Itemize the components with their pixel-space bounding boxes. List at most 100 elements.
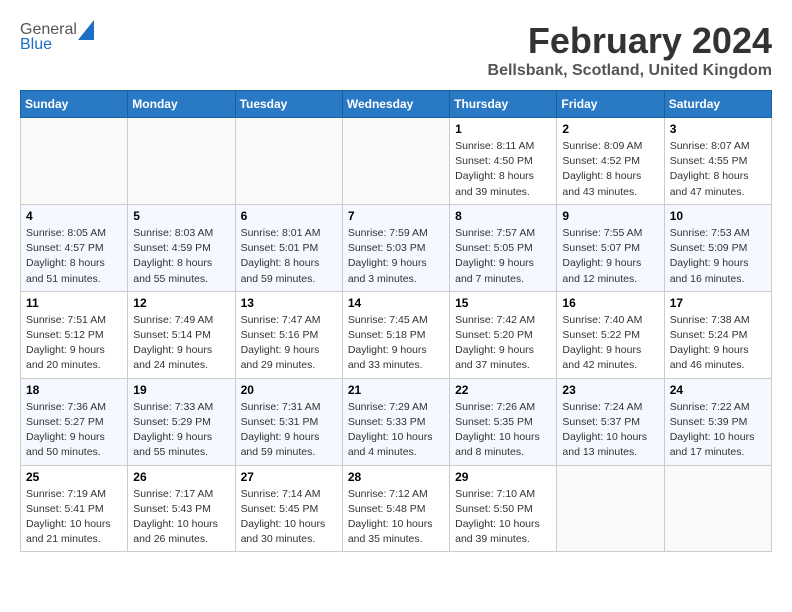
calendar-cell xyxy=(342,118,449,205)
day-number: 7 xyxy=(348,209,444,223)
weekday-header-wednesday: Wednesday xyxy=(342,91,449,118)
day-info: Sunrise: 8:07 AM Sunset: 4:55 PM Dayligh… xyxy=(670,139,766,200)
weekday-header-friday: Friday xyxy=(557,91,664,118)
day-number: 19 xyxy=(133,383,229,397)
day-info: Sunrise: 7:12 AM Sunset: 5:48 PM Dayligh… xyxy=(348,487,444,548)
day-number: 9 xyxy=(562,209,658,223)
logo-triangle-icon xyxy=(78,20,94,40)
day-number: 17 xyxy=(670,296,766,310)
calendar-cell xyxy=(557,465,664,552)
day-info: Sunrise: 8:09 AM Sunset: 4:52 PM Dayligh… xyxy=(562,139,658,200)
day-info: Sunrise: 7:24 AM Sunset: 5:37 PM Dayligh… xyxy=(562,400,658,461)
calendar-cell: 18Sunrise: 7:36 AM Sunset: 5:27 PM Dayli… xyxy=(21,378,128,465)
calendar-table: SundayMondayTuesdayWednesdayThursdayFrid… xyxy=(20,90,772,552)
calendar-cell: 5 Sunrise: 8:03 AM Sunset: 4:59 PM Daylig… xyxy=(128,204,235,291)
calendar-cell xyxy=(235,118,342,205)
day-info: Sunrise: 7:49 AM Sunset: 5:14 PM Dayligh… xyxy=(133,313,229,374)
calendar-cell: 28 Sunrise: 7:12 AM Sunset: 5:48 PM Dayli… xyxy=(342,465,449,552)
calendar-week-row: 11Sunrise: 7:51 AM Sunset: 5:12 PM Dayli… xyxy=(21,291,772,378)
day-info: Sunrise: 7:17 AM Sunset: 5:43 PM Dayligh… xyxy=(133,487,229,548)
calendar-cell: 8 Sunrise: 7:57 AM Sunset: 5:05 PM Daylig… xyxy=(450,204,557,291)
weekday-header-saturday: Saturday xyxy=(664,91,771,118)
day-number: 1 xyxy=(455,122,551,136)
calendar-week-row: 18Sunrise: 7:36 AM Sunset: 5:27 PM Dayli… xyxy=(21,378,772,465)
day-info: Sunrise: 7:55 AM Sunset: 5:07 PM Dayligh… xyxy=(562,226,658,287)
day-info: Sunrise: 7:19 AM Sunset: 5:41 PM Dayligh… xyxy=(26,487,122,548)
day-number: 5 xyxy=(133,209,229,223)
calendar-cell: 4Sunrise: 8:05 AM Sunset: 4:57 PM Daylig… xyxy=(21,204,128,291)
day-info: Sunrise: 7:33 AM Sunset: 5:29 PM Dayligh… xyxy=(133,400,229,461)
calendar-cell xyxy=(664,465,771,552)
day-info: Sunrise: 7:29 AM Sunset: 5:33 PM Dayligh… xyxy=(348,400,444,461)
calendar-cell: 23 Sunrise: 7:24 AM Sunset: 5:37 PM Dayli… xyxy=(557,378,664,465)
day-number: 29 xyxy=(455,470,551,484)
day-number: 12 xyxy=(133,296,229,310)
calendar-cell: 17 Sunrise: 7:38 AM Sunset: 5:24 PM Dayli… xyxy=(664,291,771,378)
day-info: Sunrise: 7:10 AM Sunset: 5:50 PM Dayligh… xyxy=(455,487,551,548)
day-info: Sunrise: 7:14 AM Sunset: 5:45 PM Dayligh… xyxy=(241,487,337,548)
day-info: Sunrise: 7:59 AM Sunset: 5:03 PM Dayligh… xyxy=(348,226,444,287)
calendar-cell: 24Sunrise: 7:22 AM Sunset: 5:39 PM Dayli… xyxy=(664,378,771,465)
day-info: Sunrise: 7:26 AM Sunset: 5:35 PM Dayligh… xyxy=(455,400,551,461)
calendar-week-row: 25 Sunrise: 7:19 AM Sunset: 5:41 PM Dayli… xyxy=(21,465,772,552)
weekday-header-sunday: Sunday xyxy=(21,91,128,118)
calendar-cell: 7 Sunrise: 7:59 AM Sunset: 5:03 PM Daylig… xyxy=(342,204,449,291)
calendar-cell: 11Sunrise: 7:51 AM Sunset: 5:12 PM Dayli… xyxy=(21,291,128,378)
calendar-cell: 1Sunrise: 8:11 AM Sunset: 4:50 PM Daylig… xyxy=(450,118,557,205)
calendar-cell: 19 Sunrise: 7:33 AM Sunset: 5:29 PM Dayli… xyxy=(128,378,235,465)
day-info: Sunrise: 8:03 AM Sunset: 4:59 PM Dayligh… xyxy=(133,226,229,287)
day-number: 16 xyxy=(562,296,658,310)
day-info: Sunrise: 7:57 AM Sunset: 5:05 PM Dayligh… xyxy=(455,226,551,287)
day-number: 8 xyxy=(455,209,551,223)
day-number: 20 xyxy=(241,383,337,397)
logo: General Blue xyxy=(20,20,95,54)
day-number: 4 xyxy=(26,209,122,223)
calendar-cell xyxy=(21,118,128,205)
calendar-cell: 25 Sunrise: 7:19 AM Sunset: 5:41 PM Dayli… xyxy=(21,465,128,552)
day-info: Sunrise: 7:36 AM Sunset: 5:27 PM Dayligh… xyxy=(26,400,122,461)
calendar-cell: 29 Sunrise: 7:10 AM Sunset: 5:50 PM Dayli… xyxy=(450,465,557,552)
calendar-cell: 15Sunrise: 7:42 AM Sunset: 5:20 PM Dayli… xyxy=(450,291,557,378)
calendar-cell: 27 Sunrise: 7:14 AM Sunset: 5:45 PM Dayli… xyxy=(235,465,342,552)
day-number: 28 xyxy=(348,470,444,484)
day-number: 14 xyxy=(348,296,444,310)
calendar-cell: 3 Sunrise: 8:07 AM Sunset: 4:55 PM Daylig… xyxy=(664,118,771,205)
calendar-cell: 6 Sunrise: 8:01 AM Sunset: 5:01 PM Daylig… xyxy=(235,204,342,291)
calendar-week-row: 4Sunrise: 8:05 AM Sunset: 4:57 PM Daylig… xyxy=(21,204,772,291)
calendar-header-row: SundayMondayTuesdayWednesdayThursdayFrid… xyxy=(21,91,772,118)
day-info: Sunrise: 7:53 AM Sunset: 5:09 PM Dayligh… xyxy=(670,226,766,287)
day-number: 3 xyxy=(670,122,766,136)
calendar-cell: 14 Sunrise: 7:45 AM Sunset: 5:18 PM Dayli… xyxy=(342,291,449,378)
calendar-cell: 12 Sunrise: 7:49 AM Sunset: 5:14 PM Dayli… xyxy=(128,291,235,378)
weekday-header-tuesday: Tuesday xyxy=(235,91,342,118)
day-info: Sunrise: 7:45 AM Sunset: 5:18 PM Dayligh… xyxy=(348,313,444,374)
day-number: 26 xyxy=(133,470,229,484)
day-number: 23 xyxy=(562,383,658,397)
day-number: 2 xyxy=(562,122,658,136)
day-number: 21 xyxy=(348,383,444,397)
calendar-cell: 10 Sunrise: 7:53 AM Sunset: 5:09 PM Dayli… xyxy=(664,204,771,291)
day-number: 27 xyxy=(241,470,337,484)
day-number: 6 xyxy=(241,209,337,223)
day-info: Sunrise: 7:38 AM Sunset: 5:24 PM Dayligh… xyxy=(670,313,766,374)
day-number: 24 xyxy=(670,383,766,397)
day-number: 25 xyxy=(26,470,122,484)
calendar-cell: 13Sunrise: 7:47 AM Sunset: 5:16 PM Dayli… xyxy=(235,291,342,378)
day-info: Sunrise: 7:47 AM Sunset: 5:16 PM Dayligh… xyxy=(241,313,337,374)
day-number: 15 xyxy=(455,296,551,310)
weekday-header-thursday: Thursday xyxy=(450,91,557,118)
day-number: 10 xyxy=(670,209,766,223)
header: General Blue February 2024 Bellsbank, Sc… xyxy=(20,20,772,80)
calendar-cell: 21 Sunrise: 7:29 AM Sunset: 5:33 PM Dayli… xyxy=(342,378,449,465)
calendar-week-row: 1Sunrise: 8:11 AM Sunset: 4:50 PM Daylig… xyxy=(21,118,772,205)
calendar-cell: 2 Sunrise: 8:09 AM Sunset: 4:52 PM Daylig… xyxy=(557,118,664,205)
title-area: February 2024 Bellsbank, Scotland, Unite… xyxy=(488,20,772,80)
location-title: Bellsbank, Scotland, United Kingdom xyxy=(488,62,772,80)
weekday-header-monday: Monday xyxy=(128,91,235,118)
calendar-cell: 16Sunrise: 7:40 AM Sunset: 5:22 PM Dayli… xyxy=(557,291,664,378)
calendar-cell: 26 Sunrise: 7:17 AM Sunset: 5:43 PM Dayli… xyxy=(128,465,235,552)
day-info: Sunrise: 8:01 AM Sunset: 5:01 PM Dayligh… xyxy=(241,226,337,287)
day-number: 22 xyxy=(455,383,551,397)
calendar-cell: 9 Sunrise: 7:55 AM Sunset: 5:07 PM Daylig… xyxy=(557,204,664,291)
calendar-cell: 22 Sunrise: 7:26 AM Sunset: 5:35 PM Dayli… xyxy=(450,378,557,465)
